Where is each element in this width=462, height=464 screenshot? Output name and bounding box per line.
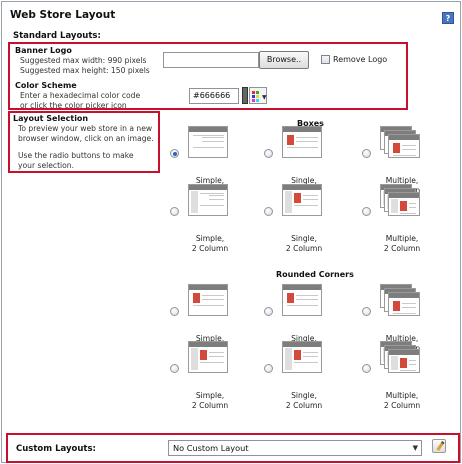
layout-radio[interactable] bbox=[170, 207, 179, 216]
banner-file-input[interactable] bbox=[163, 52, 259, 68]
layout-preview-thumbnail[interactable] bbox=[282, 184, 326, 218]
layout-caption: Single, 2 Column bbox=[274, 234, 334, 254]
layout-preview-thumbnail[interactable] bbox=[380, 184, 424, 218]
layout-caption: Simple, 2 Column bbox=[180, 234, 240, 254]
layout-radio[interactable] bbox=[362, 207, 371, 216]
layout-radio[interactable] bbox=[264, 307, 273, 316]
layout-selection-text-4: your selection. bbox=[18, 161, 75, 170]
layout-radio[interactable] bbox=[264, 149, 273, 158]
layout-caption: Multiple, 2 Column bbox=[372, 391, 432, 411]
layout-radio[interactable] bbox=[362, 149, 371, 158]
layout-selection-heading: Layout Selection bbox=[13, 114, 89, 123]
banner-width-hint: Suggested max width: 990 pixels bbox=[20, 56, 147, 65]
custom-layout-select[interactable]: No Custom Layout ▼ bbox=[168, 440, 422, 456]
layout-preview-thumbnail[interactable] bbox=[282, 126, 326, 160]
layout-radio[interactable] bbox=[362, 307, 371, 316]
help-icon[interactable]: ? bbox=[442, 12, 454, 24]
layout-preview-thumbnail[interactable] bbox=[282, 341, 326, 375]
layout-caption: Single, 2 Column bbox=[274, 391, 334, 411]
layout-caption-style: Simple, bbox=[195, 234, 225, 243]
banner-height-hint: Suggested max height: 150 pixels bbox=[20, 66, 150, 75]
color-code-input[interactable]: #666666 bbox=[189, 88, 239, 104]
layout-caption-style: Multiple, bbox=[385, 391, 419, 400]
group-heading-rounded-corners: Rounded Corners bbox=[276, 270, 354, 279]
layout-caption-style: Single, bbox=[291, 234, 317, 243]
thumbnail-page bbox=[188, 341, 228, 373]
thumbnail-page bbox=[188, 284, 228, 316]
layout-radio[interactable] bbox=[264, 207, 273, 216]
color-hint-2: or click the color picker icon bbox=[20, 101, 127, 110]
layout-radio[interactable] bbox=[170, 149, 179, 158]
web-store-layout-panel: Web Store Layout ? Standard Layouts: Ban… bbox=[1, 1, 461, 463]
chevron-down-icon: ▼ bbox=[262, 94, 267, 101]
thumbnail-page bbox=[282, 341, 322, 373]
thumbnail-page bbox=[388, 134, 420, 158]
layout-preview-thumbnail[interactable] bbox=[188, 184, 232, 218]
page-title: Web Store Layout bbox=[10, 9, 116, 21]
layout-selection-text-1: To preview your web store in a new bbox=[18, 124, 153, 133]
layout-caption-columns: 2 Column bbox=[285, 244, 323, 253]
layout-caption-style: Single, bbox=[291, 391, 317, 400]
layout-caption-columns: 2 Column bbox=[191, 401, 229, 410]
remove-logo-checkbox[interactable] bbox=[321, 55, 330, 64]
thumbnail-page bbox=[388, 192, 420, 216]
layout-preview-thumbnail[interactable] bbox=[188, 126, 232, 160]
thumbnail-page bbox=[188, 126, 228, 158]
color-scheme-heading: Color Scheme bbox=[15, 81, 77, 90]
thumbnail-page bbox=[282, 126, 322, 158]
custom-layout-value: No Custom Layout bbox=[173, 443, 249, 453]
layout-preview-thumbnail[interactable] bbox=[380, 126, 424, 160]
layout-radio[interactable] bbox=[362, 364, 371, 373]
color-swatch bbox=[242, 87, 248, 104]
layout-caption: Multiple, 2 Column bbox=[372, 234, 432, 254]
layout-caption-columns: 2 Column bbox=[191, 244, 229, 253]
thumbnail-page bbox=[388, 349, 420, 373]
layout-radio[interactable] bbox=[170, 364, 179, 373]
thumbnail-page bbox=[282, 284, 322, 316]
layout-caption: Simple, 2 Column bbox=[180, 391, 240, 411]
layout-caption-style: Multiple, bbox=[385, 234, 419, 243]
browse-button[interactable]: Browse.. bbox=[259, 51, 309, 69]
standard-layouts-label: Standard Layouts: bbox=[13, 31, 101, 41]
layout-radio[interactable] bbox=[170, 307, 179, 316]
layout-preview-thumbnail[interactable] bbox=[380, 341, 424, 375]
thumbnail-page bbox=[388, 292, 420, 316]
layout-caption-columns: 2 Column bbox=[285, 401, 323, 410]
layout-preview-thumbnail[interactable] bbox=[188, 341, 232, 375]
thumbnail-page bbox=[188, 184, 228, 216]
layout-caption-columns: 2 Column bbox=[383, 244, 421, 253]
layout-radio[interactable] bbox=[264, 364, 273, 373]
layout-preview-thumbnail[interactable] bbox=[282, 284, 326, 318]
banner-logo-heading: Banner Logo bbox=[15, 46, 72, 55]
color-grid-icon[interactable]: ▼ bbox=[249, 87, 267, 104]
thumbnail-page bbox=[282, 184, 322, 216]
layout-caption-style: Simple, bbox=[195, 391, 225, 400]
color-hint-1: Enter a hexadecimal color code bbox=[20, 91, 141, 100]
layout-caption-columns: 2 Column bbox=[383, 401, 421, 410]
layout-selection-text-3: Use the radio buttons to make bbox=[18, 151, 134, 160]
pencil-icon[interactable] bbox=[432, 439, 446, 453]
layout-preview-thumbnail[interactable] bbox=[380, 284, 424, 318]
custom-layouts-label: Custom Layouts: bbox=[16, 444, 96, 454]
chevron-down-icon: ▼ bbox=[412, 444, 418, 452]
layout-preview-thumbnail[interactable] bbox=[188, 284, 232, 318]
layout-selection-text-2: browser window, click on an image. bbox=[18, 134, 154, 143]
remove-logo-label: Remove Logo bbox=[333, 55, 388, 64]
